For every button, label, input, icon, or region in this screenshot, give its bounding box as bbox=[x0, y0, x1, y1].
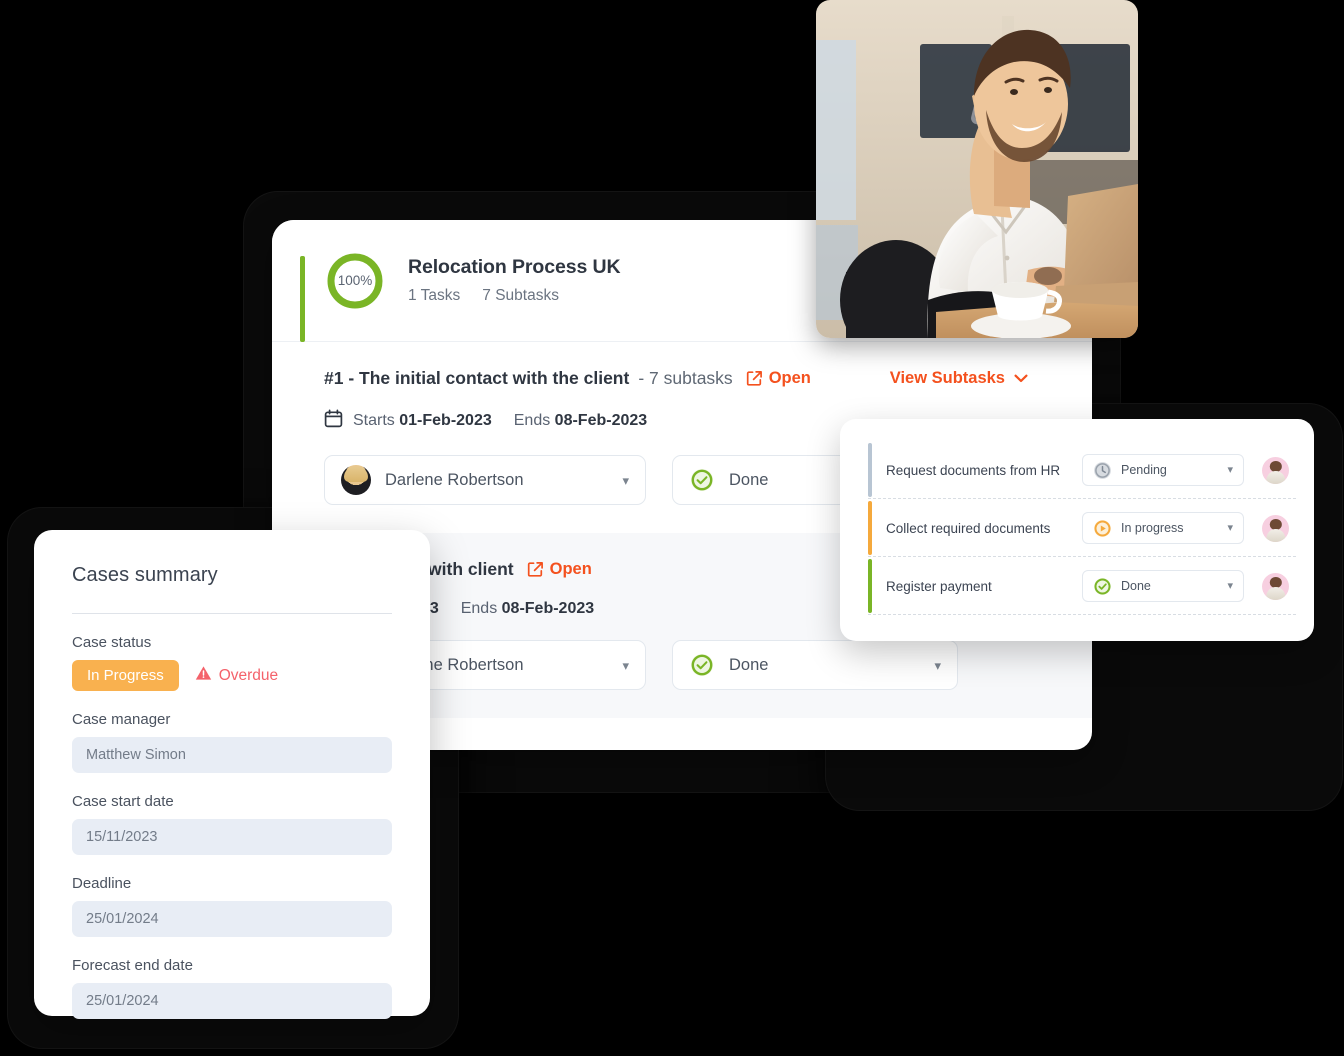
avatar bbox=[1262, 514, 1289, 542]
task-1-ends-label: Ends bbox=[513, 412, 551, 429]
process-header-counts: 1 Tasks 7 Subtasks bbox=[408, 287, 620, 305]
calendar-icon bbox=[324, 409, 343, 433]
subtask-status-value: Pending bbox=[1121, 463, 1167, 477]
subtask-status-bar bbox=[868, 559, 872, 613]
task-2-status-select[interactable]: Done ▾ bbox=[672, 640, 958, 690]
task-1-starts-date: 01-Feb-2023 bbox=[399, 412, 492, 429]
subtask-name: Request documents from HR bbox=[886, 462, 1061, 478]
task-1-status-value: Done bbox=[729, 470, 769, 489]
chevron-down-icon: ▾ bbox=[1227, 579, 1233, 592]
task-1-open-link[interactable]: Open bbox=[746, 369, 811, 388]
photo-card bbox=[816, 0, 1138, 338]
cases-summary-card: Cases summary Case status In Progress Ov… bbox=[34, 530, 430, 1019]
tasks-count: 1 Tasks bbox=[408, 287, 461, 304]
status-done-icon bbox=[689, 467, 715, 493]
task-1-open-label: Open bbox=[768, 369, 811, 387]
chevron-down-icon: ▾ bbox=[1227, 463, 1233, 476]
progress-ring: 100% bbox=[324, 250, 386, 312]
view-subtasks-label: View Subtasks bbox=[889, 369, 1005, 387]
chevron-down-icon: ▾ bbox=[622, 472, 629, 488]
task-2-open-label: Open bbox=[549, 560, 592, 578]
forecast-end-date-field[interactable]: 25/01/2024 bbox=[72, 983, 392, 1019]
warning-triangle-icon bbox=[195, 665, 212, 686]
external-link-icon bbox=[527, 561, 544, 578]
subtask-status-bar bbox=[868, 443, 872, 497]
task-1-ends-date: 08-Feb-2023 bbox=[554, 412, 648, 429]
status-pending-icon bbox=[1093, 461, 1112, 480]
task-1-title: #1 - The initial contact with the client bbox=[324, 368, 630, 388]
task-1-starts: Starts 01-Feb-2023 bbox=[353, 412, 492, 430]
subtasks-panel: Request documents from HR Pending ▾ Coll… bbox=[840, 419, 1314, 641]
status-done-icon bbox=[1093, 577, 1112, 596]
screenshot-stage: 100% Relocation Process UK 1 Tasks 7 Sub… bbox=[0, 0, 1344, 1056]
task-1-assignee-value: Darlene Robertson bbox=[385, 470, 524, 489]
page-title: Relocation Process UK bbox=[408, 256, 621, 278]
view-subtasks-button[interactable]: View Subtasks bbox=[890, 369, 1028, 388]
overdue-label: Overdue bbox=[218, 666, 279, 684]
forecast-end-date-label: Forecast end date bbox=[72, 957, 193, 974]
avatar bbox=[1262, 456, 1289, 484]
subtask-status-bar bbox=[868, 501, 872, 555]
task-2-open-link[interactable]: Open bbox=[527, 560, 592, 579]
subtask-status-select[interactable]: Done ▾ bbox=[1082, 570, 1244, 602]
status-done-icon bbox=[689, 652, 715, 678]
subtask-status-select[interactable]: Pending ▾ bbox=[1082, 454, 1244, 486]
avatar bbox=[1262, 572, 1289, 600]
external-link-icon bbox=[746, 370, 763, 387]
subtask-row: Register payment Done ▾ bbox=[840, 557, 1314, 615]
subtasks-count: 7 Subtasks bbox=[482, 287, 559, 304]
task-2-ends: Ends 08-Feb-2023 bbox=[461, 600, 594, 618]
header-accent-bar bbox=[300, 256, 305, 342]
overdue-indicator: Overdue bbox=[195, 665, 278, 686]
divider bbox=[72, 613, 392, 614]
businessman-on-phone-photo bbox=[816, 0, 1138, 338]
subtask-name: Register payment bbox=[886, 578, 992, 594]
cases-summary-title: Cases summary bbox=[72, 564, 218, 586]
subtask-status-select[interactable]: In progress ▾ bbox=[1082, 512, 1244, 544]
case-status-label: Case status bbox=[72, 634, 152, 651]
subtask-name: Collect required documents bbox=[886, 520, 1051, 536]
subtask-row: Collect required documents In progress ▾ bbox=[840, 499, 1314, 557]
case-manager-field[interactable]: Matthew Simon bbox=[72, 737, 392, 773]
status-badge[interactable]: In Progress bbox=[72, 660, 179, 691]
task-1-title-row: #1 - The initial contact with the client… bbox=[324, 368, 1092, 389]
deadline-field[interactable]: 25/01/2024 bbox=[72, 901, 392, 937]
chevron-down-icon: ▾ bbox=[934, 657, 941, 673]
deadline-label: Deadline bbox=[72, 875, 132, 892]
task-2-status-value: Done bbox=[729, 655, 769, 674]
task-1-assignee-select[interactable]: Darlene Robertson ▾ bbox=[324, 455, 646, 505]
case-manager-label: Case manager bbox=[72, 711, 171, 728]
subtask-status-value: In progress bbox=[1121, 521, 1184, 535]
task-2-selects: Darlene Robertson ▾ Done ▾ bbox=[324, 640, 1092, 690]
task-1-starts-label: Starts bbox=[353, 412, 395, 429]
task-2-ends-date: 08-Feb-2023 bbox=[501, 600, 595, 617]
task-1-subtask-count: - 7 subtasks bbox=[638, 368, 733, 388]
progress-ring-label: 100% bbox=[337, 273, 373, 288]
process-header-text: Relocation Process UK 1 Tasks 7 Subtasks bbox=[408, 256, 621, 305]
case-status-line: In Progress Overdue bbox=[72, 660, 392, 691]
task-2-ends-label: Ends bbox=[460, 600, 498, 617]
chevron-down-icon: ▾ bbox=[622, 657, 629, 673]
avatar bbox=[341, 465, 371, 495]
task-1-ends: Ends 08-Feb-2023 bbox=[514, 412, 647, 430]
case-start-date-label: Case start date bbox=[72, 793, 174, 810]
chevron-down-icon bbox=[1014, 369, 1028, 388]
chevron-down-icon: ▾ bbox=[1227, 521, 1233, 534]
case-start-date-field[interactable]: 15/11/2023 bbox=[72, 819, 392, 855]
status-in-progress-icon bbox=[1093, 519, 1112, 538]
subtask-row: Request documents from HR Pending ▾ bbox=[840, 441, 1314, 499]
subtask-status-value: Done bbox=[1121, 579, 1151, 593]
